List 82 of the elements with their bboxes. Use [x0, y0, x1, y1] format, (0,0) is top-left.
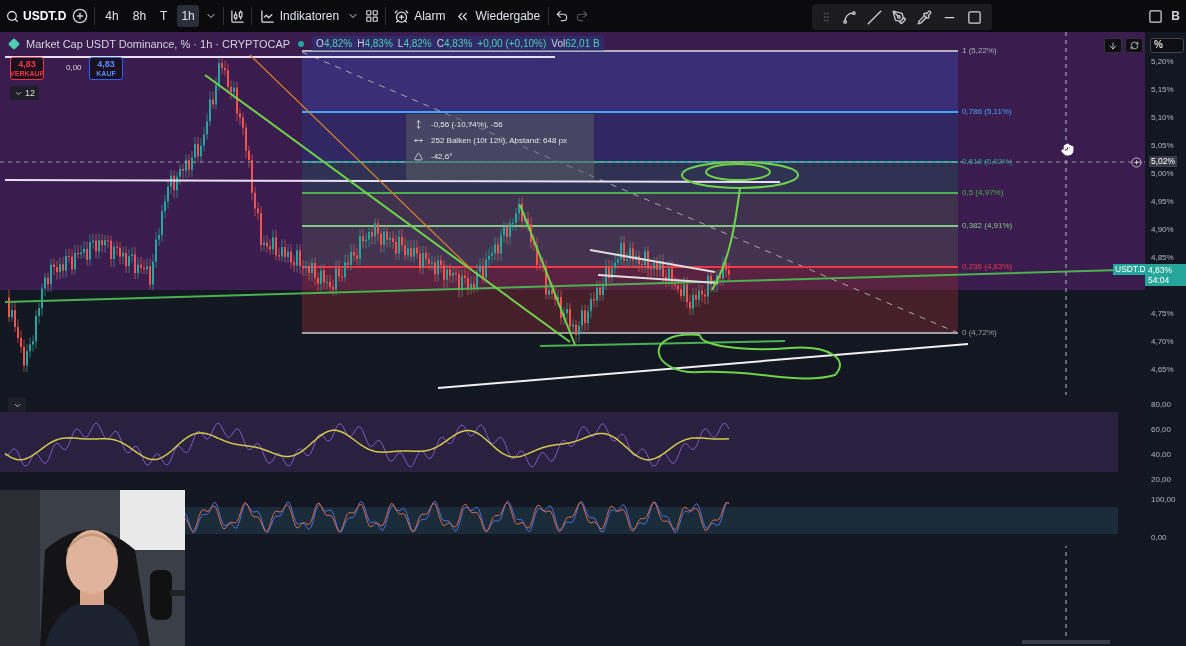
replay-button[interactable]: Wiedergabe	[453, 6, 543, 26]
add-alert-icon[interactable]	[1131, 157, 1142, 168]
stochastic-tick: 0,00	[1151, 533, 1167, 542]
change-value: +0,00 (+0,10%)	[477, 38, 547, 49]
path-tool-icon[interactable]	[842, 9, 857, 25]
ohlc-key: H	[357, 38, 365, 49]
vertical-arrow-icon	[414, 120, 423, 129]
spread-value: 0,00	[66, 63, 82, 72]
price-tick: 5,00%	[1151, 169, 1174, 178]
ohlc-key: C	[436, 38, 444, 49]
measure-text: -42,6°	[431, 152, 453, 161]
interval-tab[interactable]: 8h	[128, 5, 151, 27]
price-tick: 5,20%	[1151, 57, 1174, 66]
price-tick: 4,95%	[1151, 197, 1174, 206]
rsi-tick: 20,00	[1151, 475, 1172, 484]
price-tick: 4,85%	[1151, 253, 1174, 262]
ohlc-value: 4,82%	[323, 38, 353, 49]
ohlc-value: 4,83%	[444, 38, 473, 49]
measure-text: -0,56 (-10,74%), -56	[431, 120, 503, 129]
arrow-down-icon	[1108, 40, 1118, 51]
rsi-tick: 40,00	[1151, 450, 1172, 459]
price-tick: 4,75%	[1151, 309, 1174, 318]
crosshair-price: 5,02%	[1149, 156, 1178, 168]
collapse-button[interactable]: 12	[10, 86, 39, 100]
grid-icon[interactable]	[365, 9, 380, 23]
undo-icon[interactable]	[555, 9, 570, 23]
fib-level-label: 0,382 (4,91%)	[962, 221, 1013, 230]
refresh-icon	[1129, 41, 1139, 50]
rectangle-tool-icon[interactable]	[967, 9, 982, 25]
fib-level-label: 1 (5,22%)	[962, 46, 997, 55]
last-price: 4,83%	[1148, 265, 1174, 275]
interval-tab[interactable]: 1h	[177, 5, 199, 27]
price-tick: 4,70%	[1151, 337, 1174, 346]
price-tick: 4,90%	[1151, 225, 1174, 234]
status-dot-icon	[296, 38, 307, 49]
diamond-icon	[8, 37, 20, 50]
ohlc-value: 4,83%	[364, 38, 393, 49]
fib-level-label: 0,236 (4,83%)	[962, 262, 1013, 271]
volume-value: 62,01 B	[565, 38, 600, 49]
symbol-tag: USDT.D	[1113, 264, 1145, 276]
price-tick: 5,10%	[1151, 113, 1174, 122]
scroll-down-button[interactable]	[1104, 38, 1122, 53]
countdown: 54:04	[1148, 275, 1171, 285]
cut-label: B	[1171, 9, 1180, 23]
refresh-button[interactable]	[1125, 38, 1143, 53]
scrollbar[interactable]	[1022, 640, 1110, 644]
rsi-tick: 60,00	[1151, 425, 1172, 434]
rsi-tick: 80,00	[1151, 400, 1172, 409]
price-tick: 5,15%	[1151, 85, 1174, 94]
square-icon[interactable]	[1148, 8, 1164, 24]
line-tool-icon[interactable]	[867, 9, 882, 25]
fib-level-label: 0 (4,72%)	[962, 328, 997, 337]
ohlc-key: L	[397, 38, 404, 49]
add-symbol-icon[interactable]	[72, 8, 89, 24]
fib-level-label: 0,5 (4,97%)	[962, 188, 1004, 197]
drag-handle-icon[interactable]	[820, 11, 832, 23]
interval-tab[interactable]: T	[156, 5, 172, 27]
stochastic-tick: 100,00	[1151, 495, 1176, 504]
ohlc-key: O	[316, 38, 324, 49]
volume-key: Vol	[551, 38, 566, 49]
search-icon[interactable]	[6, 9, 19, 23]
triangle-icon	[414, 152, 423, 161]
symbol-name[interactable]: USDT.D	[23, 9, 67, 23]
ohlc-value: 4,82%	[403, 38, 432, 49]
pen-icon[interactable]	[892, 9, 907, 25]
fib-level-label: 0,786 (5,11%)	[962, 107, 1012, 116]
price-tick: 5,05%	[1151, 141, 1174, 150]
indicators-button[interactable]: Indikatoren	[257, 6, 342, 26]
symbol-title: Market Cap USDT Dominance, % · 1h · CRYPTOCAP	[26, 37, 291, 50]
chart-line-icon	[259, 8, 275, 24]
pipette-icon[interactable]	[917, 9, 932, 25]
measure-text: 252 Balken (10t 12h), Abstand: 648 px	[431, 136, 568, 145]
price-tick: 4,65%	[1151, 365, 1174, 374]
interval-tab[interactable]: 4h	[101, 5, 123, 27]
candlestick-icon[interactable]	[229, 8, 245, 24]
unit-field[interactable]: %	[1150, 38, 1184, 53]
horizontal-arrow-icon	[414, 136, 423, 145]
fib-level-label: 0,618 (5,02%)	[962, 157, 1013, 166]
redo-icon[interactable]	[575, 9, 590, 23]
alarm-button[interactable]: Alarm	[392, 6, 448, 26]
hand-cursor-icon	[1061, 143, 1074, 156]
alarm-clock-icon	[394, 8, 410, 24]
